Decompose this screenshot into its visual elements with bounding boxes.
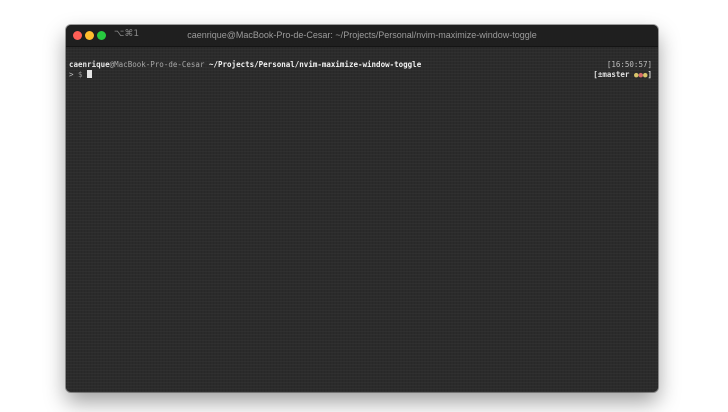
window-title: caenrique@MacBook-Pro-de-Cesar: ~/Projec… [187, 30, 537, 40]
git-close-bracket: ] [647, 70, 652, 79]
git-branch-name: master [602, 70, 630, 79]
prompt-arrow: > [69, 70, 74, 79]
prompt-time: [16:50:57] [606, 60, 652, 69]
prompt-user: caenrique [69, 60, 110, 69]
prompt-host: @MacBook-Pro-de-Cesar [109, 60, 205, 69]
prompt-info-line: caenrique@MacBook-Pro-de-Cesar ~/Project… [69, 60, 652, 70]
prompt-symbol: $ [78, 70, 83, 79]
text-cursor [86, 70, 92, 78]
terminal-content[interactable]: caenrique@MacBook-Pro-de-Cesar ~/Project… [66, 47, 658, 392]
git-status: [±master ●●●] [593, 70, 652, 80]
terminal-window: ⌥⌘1 caenrique@MacBook-Pro-de-Cesar: ~/Pr… [66, 25, 658, 392]
prompt-path: ~/Projects/Personal/nvim-maximize-window… [208, 60, 422, 69]
prompt-input-line[interactable]: > $ [±master ●●●] [69, 70, 652, 80]
title-bar[interactable]: ⌥⌘1 caenrique@MacBook-Pro-de-Cesar: ~/Pr… [66, 25, 658, 47]
